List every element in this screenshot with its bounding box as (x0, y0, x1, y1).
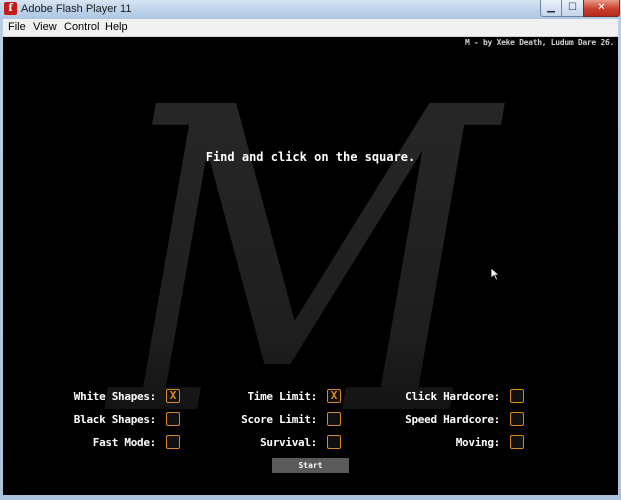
instruction-text: Find and click on the square. (205, 150, 416, 164)
option-label: Speed Hardcore: (405, 413, 500, 426)
checkbox[interactable]: X (327, 389, 341, 403)
option-click-hardcore[interactable]: Click Hardcore: (398, 389, 524, 405)
option-label: Time Limit: (247, 390, 317, 403)
checkbox[interactable] (327, 435, 341, 449)
menu-bar: File View Control Help (3, 19, 618, 37)
option-label: Survival: (260, 436, 317, 449)
option-white-shapes[interactable]: White Shapes: X (73, 389, 180, 405)
minimize-button[interactable]: ▁ (540, 0, 562, 17)
start-button[interactable]: Start (272, 458, 349, 473)
option-label: Moving: (455, 436, 501, 449)
option-label: Click Hardcore: (405, 390, 500, 403)
maximize-button[interactable]: ☐ (561, 0, 584, 17)
checkbox[interactable] (510, 435, 524, 449)
checkbox[interactable] (510, 412, 524, 426)
game-stage[interactable]: M M - by Xeke Death, Ludum Dare 26. Find… (3, 37, 618, 495)
option-black-shapes[interactable]: Black Shapes: (73, 412, 180, 428)
option-label: Black Shapes: (73, 413, 157, 426)
menu-file[interactable]: File (8, 21, 26, 33)
checkbox[interactable] (166, 435, 180, 449)
menu-control[interactable]: Control (64, 21, 99, 33)
checkbox[interactable]: X (166, 389, 180, 403)
window-title: Adobe Flash Player 11 (21, 3, 132, 15)
flash-player-window: f Adobe Flash Player 11 ▁ ☐ ✕ File View … (0, 0, 621, 500)
close-button[interactable]: ✕ (583, 0, 620, 17)
option-fast-mode[interactable]: Fast Mode: (73, 435, 180, 451)
menu-view[interactable]: View (33, 21, 57, 33)
checkbox[interactable] (327, 412, 341, 426)
credit-text: M - by Xeke Death, Ludum Dare 26. (464, 38, 614, 47)
flash-icon: f (4, 2, 17, 15)
menu-help[interactable]: Help (105, 21, 128, 33)
option-label: Fast Mode: (92, 436, 157, 449)
option-survival[interactable]: Survival: (232, 435, 341, 451)
checkbox[interactable] (510, 389, 524, 403)
option-label: Score Limit: (241, 413, 317, 426)
option-label: White Shapes: (73, 390, 157, 403)
option-score-limit[interactable]: Score Limit: (232, 412, 341, 428)
mouse-cursor-icon (491, 268, 501, 281)
title-bar[interactable]: f Adobe Flash Player 11 (0, 0, 621, 19)
option-moving[interactable]: Moving: (398, 435, 524, 451)
option-time-limit[interactable]: Time Limit: X (232, 389, 341, 405)
checkbox[interactable] (166, 412, 180, 426)
option-speed-hardcore[interactable]: Speed Hardcore: (398, 412, 524, 428)
